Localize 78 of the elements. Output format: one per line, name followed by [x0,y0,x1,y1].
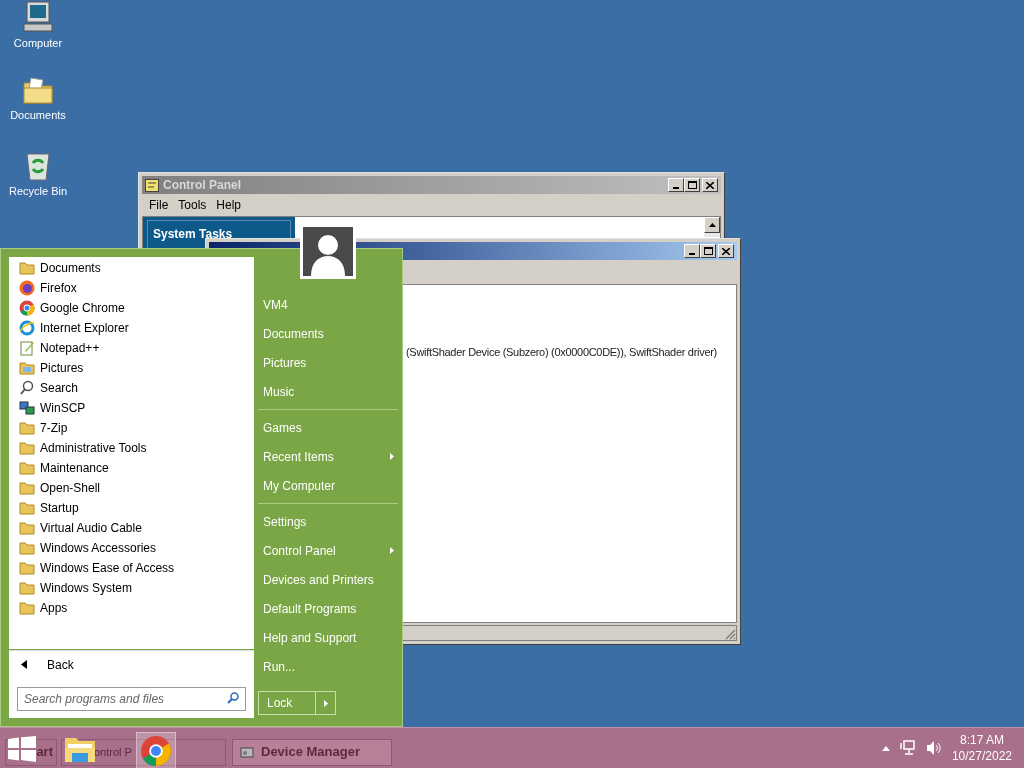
network-icon[interactable] [899,740,916,756]
windows-logo-icon[interactable] [8,736,36,762]
desktop-icon-label[interactable]: Computer [13,37,63,50]
scroll-up-button[interactable] [704,217,720,233]
program-item[interactable]: Apps [9,598,254,618]
search-icon[interactable] [227,691,239,704]
program-item[interactable]: WinSCP [9,398,254,418]
show-hidden-icons-icon[interactable] [881,745,890,751]
notepad-icon [19,340,35,356]
program-item[interactable]: Administrative Tools [9,438,254,458]
folder-icon [19,481,35,495]
maximize-icon [687,181,697,189]
close-icon [706,181,714,189]
desktop-icon-label[interactable]: Recycle Bin [8,185,68,198]
close-button[interactable] [718,244,734,258]
folder-icon [19,261,35,275]
back-button[interactable]: Back [9,650,254,678]
folder-icon [19,461,35,475]
device-icon [239,744,255,760]
up-arrow-icon [708,223,716,227]
maximize-button[interactable] [700,244,716,258]
folder-icon [19,561,35,575]
program-item[interactable]: Google Chrome [9,298,254,318]
desktop-icon-label[interactable]: Documents [10,109,66,122]
window-title: Control Panel [163,177,242,194]
control-panel-icon [145,178,159,192]
program-item[interactable]: Maintenance [9,458,254,478]
folder-icon [19,501,35,515]
program-item[interactable]: Notepad++ [9,338,254,358]
chrome-icon [19,300,35,316]
minimize-button[interactable] [684,244,700,258]
menu-item[interactable]: Tools [174,196,211,214]
program-item[interactable]: Virtual Audio Cable [9,518,254,538]
chrome-icon [140,735,172,767]
program-item[interactable]: Open-Shell [9,478,254,498]
back-arrow-icon [21,660,27,669]
computers-icon [19,400,35,416]
minimize-icon [689,253,695,255]
device-detail-text: (SwiftShader Device (Subzero) (0x0000C0DE)), SwiftShader driver) [406,346,717,358]
submenu-arrow-icon [390,547,394,554]
submenu-arrow-icon [390,453,394,460]
folder-icon [19,441,35,455]
program-item[interactable]: Internet Explorer [9,318,254,338]
program-item[interactable]: 7-Zip [9,418,254,438]
search-field[interactable]: Search programs and files [17,686,246,711]
program-item[interactable]: Startup [9,498,254,518]
clock[interactable]: 8:17 AM 10/27/2022 [951,732,1012,764]
pinned-app-highlight[interactable] [136,732,176,768]
speaker-icon[interactable] [925,740,942,756]
program-item[interactable]: Pictures [9,358,254,378]
globe-e-icon [19,320,35,336]
folder-icon [19,581,35,595]
folder-icon [19,421,35,435]
folder-icon [19,521,35,535]
resize-grip-icon[interactable] [724,628,736,640]
program-item[interactable]: Windows Ease of Access [9,558,254,578]
close-icon [722,247,730,255]
folder-icon [22,75,54,105]
program-item[interactable]: Search [9,378,254,398]
caret-icon [323,699,328,707]
taskbar-button[interactable]: Device Manager [232,738,392,766]
maximize-button[interactable] [684,178,700,192]
program-item[interactable]: Windows System [9,578,254,598]
minimize-button[interactable] [668,178,684,192]
computer-icon [23,1,53,33]
program-item[interactable]: Firefox [9,278,254,298]
maximize-icon [703,247,713,255]
folder-icon [19,601,35,615]
program-item[interactable]: Documents [9,258,254,278]
menu-item[interactable]: File [145,196,173,214]
program-item[interactable]: Windows Accessories [9,538,254,558]
minimize-icon [673,187,679,189]
menu-item[interactable]: Help [212,196,246,214]
pictures-folder-icon [19,361,35,375]
folder-icon [19,541,35,555]
close-button[interactable] [702,178,718,192]
firefox-icon [19,280,35,296]
search-icon [19,380,35,396]
